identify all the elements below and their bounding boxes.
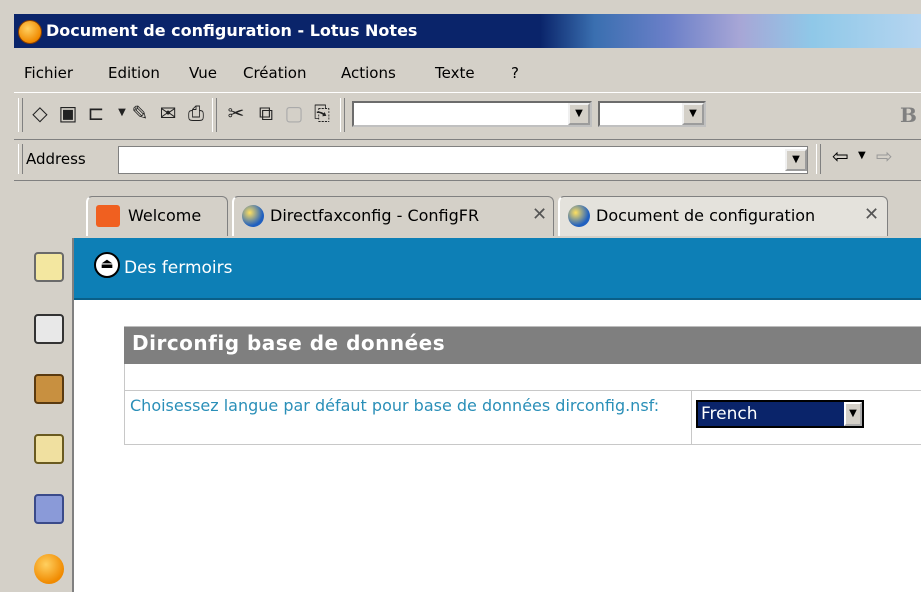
- field-divider: [691, 390, 692, 444]
- toolbar: ◇ ▣ ⊏ ▼ ✎ ✉ ⎙ ✂ ⧉ ▢ ⎘ ▼ ▼ B: [14, 92, 921, 140]
- paste-special-icon[interactable]: ⎘: [310, 101, 334, 125]
- language-select-value: French: [701, 404, 758, 424]
- menu-edition[interactable]: Edition: [108, 64, 160, 82]
- menu-vue[interactable]: Vue: [189, 64, 217, 82]
- todo-icon[interactable]: [34, 434, 64, 464]
- forward-mail-icon[interactable]: ✉: [156, 101, 180, 125]
- action-des-fermoirs[interactable]: Des fermoirs: [124, 258, 232, 278]
- replicator-icon[interactable]: [34, 494, 64, 524]
- address-label: Address: [26, 150, 86, 168]
- open-folder-icon[interactable]: ⊏: [84, 101, 108, 125]
- menu-bar: Fichier Edition Vue Création Actions Tex…: [14, 58, 921, 88]
- lotus-notes-logo-icon: [18, 20, 42, 44]
- toolbar-grip[interactable]: [340, 98, 345, 132]
- close-document-icon[interactable]: ⏏: [94, 252, 120, 278]
- bookmark-bar: [14, 238, 72, 592]
- tab-directfaxconfig[interactable]: Directfaxconfig - ConfigFR ✕: [232, 196, 554, 236]
- address-book-icon[interactable]: [34, 374, 64, 404]
- chevron-down-icon[interactable]: ▼: [844, 402, 862, 426]
- font-size-combo[interactable]: ▼: [598, 101, 706, 127]
- save-icon[interactable]: ▣: [56, 101, 80, 125]
- menu-texte[interactable]: Texte: [435, 64, 475, 82]
- tab-label: Welcome: [128, 206, 202, 225]
- lotus-welcome-icon[interactable]: [34, 554, 64, 584]
- print-icon[interactable]: ⎙: [184, 101, 208, 125]
- font-name-combo[interactable]: ▼: [352, 101, 592, 127]
- form-title: Dirconfig base de données: [132, 331, 446, 355]
- chevron-down-icon[interactable]: ▼: [568, 103, 590, 125]
- tab-document-de-configuration[interactable]: Document de configuration ✕: [558, 196, 888, 236]
- bold-button[interactable]: B: [900, 103, 917, 127]
- home-diamond-icon[interactable]: ◇: [28, 101, 52, 125]
- home-icon: [96, 205, 120, 227]
- back-arrow-icon[interactable]: ⇦: [832, 144, 849, 168]
- forward-arrow-icon[interactable]: ⇨: [876, 144, 893, 168]
- menu-actions[interactable]: Actions: [341, 64, 396, 82]
- edit-document-icon[interactable]: ✎: [128, 101, 152, 125]
- database-globe-icon: [242, 205, 264, 227]
- address-input[interactable]: ▼: [118, 146, 808, 174]
- tab-welcome[interactable]: Welcome: [86, 196, 228, 236]
- menu-help[interactable]: ?: [511, 64, 519, 82]
- chevron-down-icon[interactable]: ▼: [785, 149, 807, 171]
- menu-creation[interactable]: Création: [243, 64, 306, 82]
- tab-label: Document de configuration: [596, 206, 816, 225]
- toolbar-grip[interactable]: [18, 144, 23, 174]
- paste-icon[interactable]: ▢: [282, 101, 306, 125]
- mail-icon[interactable]: [34, 252, 64, 282]
- close-icon[interactable]: ✕: [864, 204, 879, 225]
- back-dropdown-icon[interactable]: ▼: [858, 150, 866, 161]
- document-globe-icon: [568, 205, 590, 227]
- form-separator-row: [124, 364, 921, 391]
- toolbar-grip[interactable]: [18, 98, 23, 132]
- chevron-down-icon[interactable]: ▼: [682, 103, 704, 125]
- menu-fichier[interactable]: Fichier: [24, 64, 73, 82]
- window-title: Document de configuration - Lotus Notes: [46, 21, 418, 40]
- cut-icon[interactable]: ✂: [224, 101, 248, 125]
- toolbar-grip[interactable]: [212, 98, 217, 132]
- copy-icon[interactable]: ⧉: [254, 101, 278, 125]
- tab-label: Directfaxconfig - ConfigFR: [270, 206, 480, 225]
- toolbar-grip[interactable]: [816, 144, 821, 174]
- close-icon[interactable]: ✕: [532, 204, 547, 225]
- language-field-label: Choisessez langue par défaut pour base d…: [130, 396, 660, 415]
- calendar-icon[interactable]: [34, 314, 64, 344]
